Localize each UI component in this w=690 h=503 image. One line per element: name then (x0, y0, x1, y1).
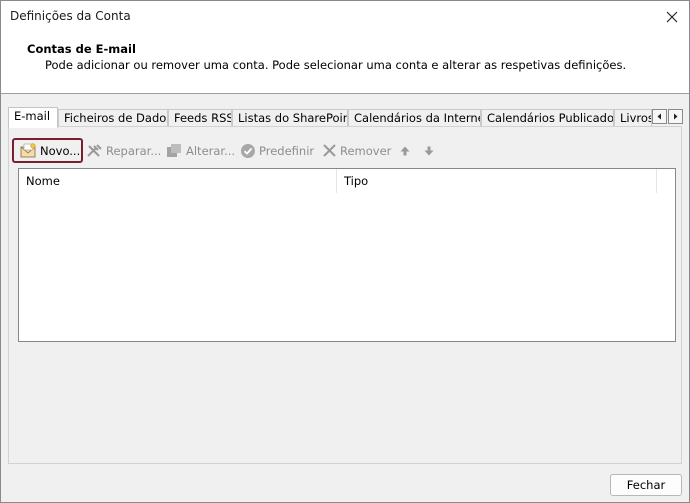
change-account-icon (167, 144, 181, 157)
column-header-name[interactable]: Nome (19, 169, 337, 193)
header-description: Pode adicionar ou remover uma conta. Pod… (45, 58, 627, 72)
tab-scroll-left-button[interactable] (652, 109, 667, 124)
close-button[interactable] (655, 1, 689, 32)
new-email-icon (20, 143, 36, 158)
column-header-type[interactable]: Tipo (337, 169, 657, 193)
close-icon (666, 11, 678, 22)
arrow-up-icon (400, 146, 410, 155)
new-account-label: Novo... (40, 143, 81, 158)
tools-icon (87, 144, 102, 157)
change-button[interactable]: Alterar... (166, 138, 235, 163)
checkmark-circle-icon (241, 143, 255, 158)
remove-button[interactable]: Remover (322, 138, 391, 163)
set-default-button[interactable]: Predefinir (240, 138, 314, 163)
accounts-list[interactable]: Nome Tipo (18, 168, 676, 342)
tab-strip: E-mail Ficheiros de Dados Feeds RSS List… (8, 107, 684, 128)
email-tab-panel: Novo... Reparar... Alterar... Predefinir (8, 126, 682, 464)
repair-button[interactable]: Reparar... (86, 138, 161, 163)
title-bar: Definições da Conta (1, 1, 689, 32)
change-label: Alterar... (186, 143, 236, 158)
remove-label: Remover (340, 143, 392, 158)
tab-scroll-right-button[interactable] (668, 109, 683, 124)
set-default-label: Predefinir (259, 143, 315, 158)
account-settings-dialog: Definições da Conta Contas de E-mail Pod… (0, 0, 690, 503)
dialog-header: Contas de E-mail Pode adicionar ou remov… (1, 32, 689, 94)
repair-label: Reparar... (106, 143, 162, 158)
arrow-right-icon (674, 113, 678, 120)
window-title: Definições da Conta (10, 9, 131, 23)
close-dialog-button[interactable]: Fechar (610, 474, 682, 496)
header-title: Contas de E-mail (27, 42, 136, 56)
tab-email[interactable]: E-mail (8, 107, 58, 128)
arrow-down-icon (424, 146, 434, 155)
move-down-button[interactable] (423, 138, 435, 163)
new-account-button[interactable]: Novo... (12, 138, 83, 163)
arrow-left-icon (657, 113, 661, 120)
remove-x-icon (323, 144, 336, 157)
move-up-button[interactable] (399, 138, 411, 163)
